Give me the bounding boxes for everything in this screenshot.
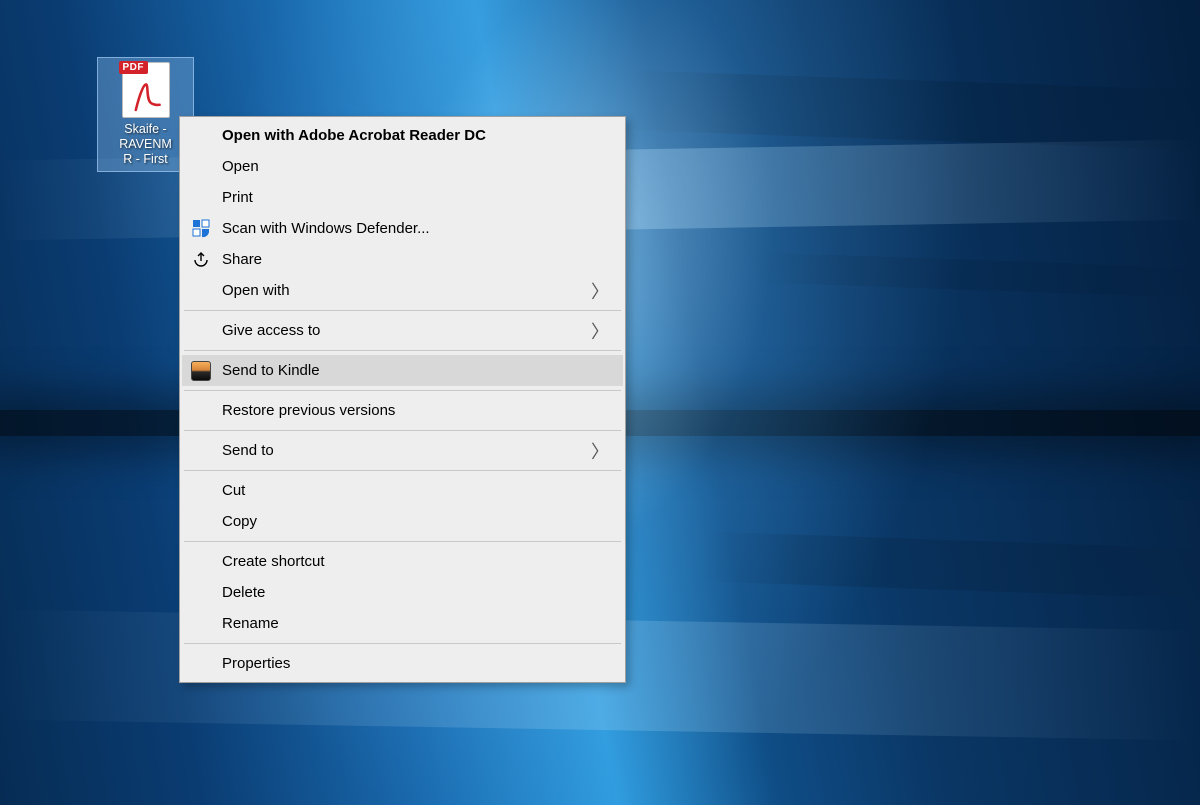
- menu-item-label: Open with Adobe Acrobat Reader DC: [222, 127, 486, 144]
- menu-item-label: Scan with Windows Defender...: [222, 220, 430, 237]
- submenu-arrow-icon: 〉: [591, 278, 609, 304]
- menu-separator: [184, 350, 621, 351]
- menu-item-label: Print: [222, 189, 253, 206]
- submenu-arrow-icon: 〉: [591, 438, 609, 464]
- menu-item-label: Properties: [222, 655, 290, 672]
- menu-properties[interactable]: Properties: [182, 648, 623, 679]
- menu-item-label: Copy: [222, 513, 257, 530]
- menu-scan-defender[interactable]: Scan with Windows Defender...: [182, 213, 623, 244]
- share-icon: [190, 249, 212, 271]
- menu-cut[interactable]: Cut: [182, 475, 623, 506]
- menu-separator: [184, 310, 621, 311]
- desktop-file-label: Skaife - RAVENM R - First: [100, 122, 191, 167]
- pdf-badge: PDF: [119, 61, 149, 74]
- menu-print[interactable]: Print: [182, 182, 623, 213]
- menu-rename[interactable]: Rename: [182, 608, 623, 639]
- menu-delete[interactable]: Delete: [182, 577, 623, 608]
- submenu-arrow-icon: 〉: [591, 318, 609, 344]
- menu-create-shortcut[interactable]: Create shortcut: [182, 546, 623, 577]
- menu-item-label: Send to Kindle: [222, 362, 320, 379]
- defender-shield-icon: [190, 218, 212, 240]
- menu-item-label: Rename: [222, 615, 279, 632]
- menu-item-label: Cut: [222, 482, 245, 499]
- acrobat-swoosh-icon: [129, 81, 163, 115]
- menu-item-label: Create shortcut: [222, 553, 325, 570]
- menu-copy[interactable]: Copy: [182, 506, 623, 537]
- menu-separator: [184, 541, 621, 542]
- file-context-menu: Open with Adobe Acrobat Reader DC Open P…: [179, 116, 626, 683]
- menu-open-with-default[interactable]: Open with Adobe Acrobat Reader DC: [182, 120, 623, 151]
- menu-send-to[interactable]: Send to 〉: [182, 435, 623, 466]
- menu-item-label: Delete: [222, 584, 265, 601]
- menu-open[interactable]: Open: [182, 151, 623, 182]
- kindle-icon: [190, 360, 212, 382]
- menu-separator: [184, 643, 621, 644]
- menu-send-to-kindle[interactable]: Send to Kindle: [182, 355, 623, 386]
- menu-item-label: Share: [222, 251, 262, 268]
- menu-separator: [184, 470, 621, 471]
- pdf-file-icon: PDF: [122, 62, 170, 118]
- menu-separator: [184, 390, 621, 391]
- menu-restore-previous[interactable]: Restore previous versions: [182, 395, 623, 426]
- menu-separator: [184, 430, 621, 431]
- menu-open-with[interactable]: Open with 〉: [182, 275, 623, 306]
- menu-share[interactable]: Share: [182, 244, 623, 275]
- menu-item-label: Give access to: [222, 322, 320, 339]
- menu-give-access-to[interactable]: Give access to 〉: [182, 315, 623, 346]
- menu-item-label: Open: [222, 158, 259, 175]
- menu-item-label: Open with: [222, 282, 290, 299]
- menu-item-label: Restore previous versions: [222, 402, 395, 419]
- menu-item-label: Send to: [222, 442, 274, 459]
